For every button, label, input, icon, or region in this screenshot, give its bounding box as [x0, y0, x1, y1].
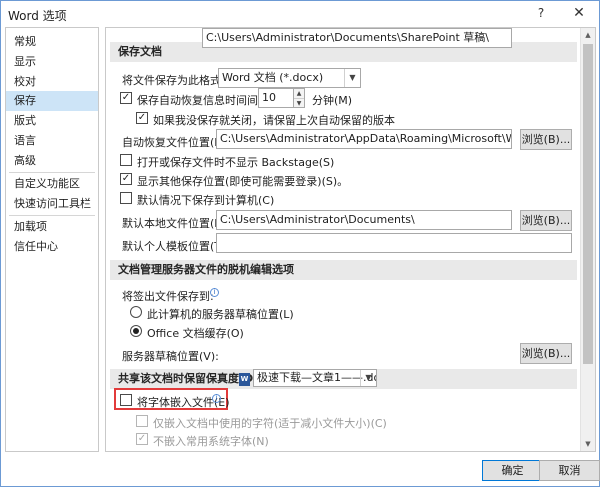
ok-button[interactable]: 确定	[482, 460, 543, 481]
nav-item-customize-ribbon[interactable]: 自定义功能区	[6, 174, 98, 194]
template-location-input[interactable]	[216, 233, 572, 253]
scrollbar[interactable]: ▲ ▼	[580, 28, 595, 451]
nav-item-advanced[interactable]: 高级	[6, 151, 98, 171]
no-common-fonts-checkbox: ✓	[136, 433, 148, 445]
spinner-up-icon[interactable]: ▲	[294, 89, 304, 98]
nav-item-language[interactable]: 语言	[6, 131, 98, 151]
autorecover-location-label: 自动恢复文件位置(R):	[122, 136, 230, 149]
format-dropdown[interactable]: Word 文档 (*.docx) ▼	[218, 68, 361, 88]
show-other-locations-checkbox[interactable]: ✓	[120, 173, 132, 185]
nav-item-display[interactable]: 显示	[6, 52, 98, 72]
nav-item-addins[interactable]: 加载项	[6, 217, 98, 237]
title-bar: Word 选项 ? ✕	[1, 1, 599, 27]
nav-divider	[9, 172, 95, 173]
word-doc-icon: W	[239, 373, 250, 386]
default-location-label: 默认本地文件位置(I):	[122, 217, 226, 230]
fidelity-doc-value: 极速下载—文章1——.doc	[257, 371, 377, 384]
embed-fonts-checkbox[interactable]	[120, 394, 132, 406]
spinner-down-icon[interactable]: ▼	[294, 98, 304, 107]
nav-item-quick-access[interactable]: 快速访问工具栏	[6, 194, 98, 214]
scroll-down-icon[interactable]: ▼	[581, 437, 595, 451]
keep-last-version-label: 如果我没保存就关闭，请保留上次自动保留的版本	[153, 114, 395, 127]
office-cache-label: Office 文档缓存(O)	[147, 327, 244, 340]
minutes-spinner[interactable]: ▲ ▼	[293, 88, 305, 108]
radio-selected-dot	[133, 328, 139, 334]
info-icon: i	[210, 288, 219, 297]
info-icon: i	[212, 394, 221, 403]
nav-item-save[interactable]: 保存	[6, 91, 98, 111]
browse-drafts-button[interactable]: 浏览(B)...	[520, 343, 572, 364]
show-other-locations-label: 显示其他保存位置(即使可能需要登录)(S)。	[137, 175, 349, 188]
word-options-window: Word 选项 ? ✕ 常规 显示 校对 保存 版式 语言 高级 自定义功能区 …	[0, 0, 600, 487]
section-header-offline: 文档管理服务器文件的脱机编辑选项	[110, 260, 577, 280]
no-common-fonts-label: 不嵌入常用系统字体(N)	[153, 435, 269, 448]
window-title: Word 选项	[8, 9, 67, 23]
office-cache-radio[interactable]	[130, 325, 142, 337]
default-save-computer-label: 默认情况下保存到计算机(C)	[137, 194, 275, 207]
help-button[interactable]: ?	[529, 3, 553, 23]
autorecover-minutes-input[interactable]: 10	[258, 88, 294, 108]
embed-used-chars-label: 仅嵌入文档中使用的字符(适于减小文件大小)(C)	[153, 417, 387, 430]
browse-default-location-button[interactable]: 浏览(B)...	[520, 210, 572, 231]
nav-item-trust-center[interactable]: 信任中心	[6, 237, 98, 257]
save-options-panel: 保存文档 将文件保存为此格式(F): Word 文档 (*.docx) ▼ ✓ …	[105, 27, 596, 452]
cancel-button[interactable]: 取消	[539, 460, 600, 481]
options-nav: 常规 显示 校对 保存 版式 语言 高级 自定义功能区 快速访问工具栏 加载项 …	[5, 27, 99, 452]
default-save-computer-checkbox[interactable]	[120, 192, 132, 204]
embed-used-chars-checkbox	[136, 415, 148, 427]
template-location-label: 默认个人模板位置(T):	[122, 240, 230, 253]
close-icon[interactable]: ✕	[567, 3, 591, 23]
drafts-location-label: 服务器草稿位置(V):	[122, 350, 219, 363]
autorecover-checkbox[interactable]: ✓	[120, 92, 132, 104]
default-location-input[interactable]: C:\Users\Administrator\Documents\	[216, 210, 512, 230]
format-dropdown-value: Word 文档 (*.docx)	[222, 71, 324, 84]
server-drafts-label: 此计算机的服务器草稿位置(L)	[147, 308, 294, 321]
no-backstage-label: 打开或保存文件时不显示 Backstage(S)	[137, 156, 335, 169]
no-backstage-checkbox[interactable]	[120, 154, 132, 166]
keep-last-version-checkbox[interactable]: ✓	[136, 112, 148, 124]
save-checkout-label: 将签出文件保存到:	[122, 290, 214, 303]
nav-item-typography[interactable]: 版式	[6, 111, 98, 131]
browse-autorecover-button[interactable]: 浏览(B)...	[520, 129, 572, 150]
autorecover-location-input[interactable]: C:\Users\Administrator\AppData\Roaming\M…	[216, 129, 512, 149]
server-drafts-radio[interactable]	[130, 306, 142, 318]
drafts-location-input[interactable]: C:\Users\Administrator\Documents\SharePo…	[202, 28, 512, 48]
scrollbar-thumb[interactable]	[583, 44, 593, 364]
chevron-down-icon: ▼	[360, 370, 376, 386]
minutes-label: 分钟(M)	[312, 94, 353, 107]
nav-item-general[interactable]: 常规	[6, 32, 98, 52]
chevron-down-icon: ▼	[344, 69, 360, 87]
fidelity-doc-dropdown[interactable]: 极速下载—文章1——.doc ▼	[253, 369, 377, 387]
nav-divider	[9, 215, 95, 216]
nav-item-proofing[interactable]: 校对	[6, 72, 98, 92]
scroll-up-icon[interactable]: ▲	[581, 28, 595, 42]
